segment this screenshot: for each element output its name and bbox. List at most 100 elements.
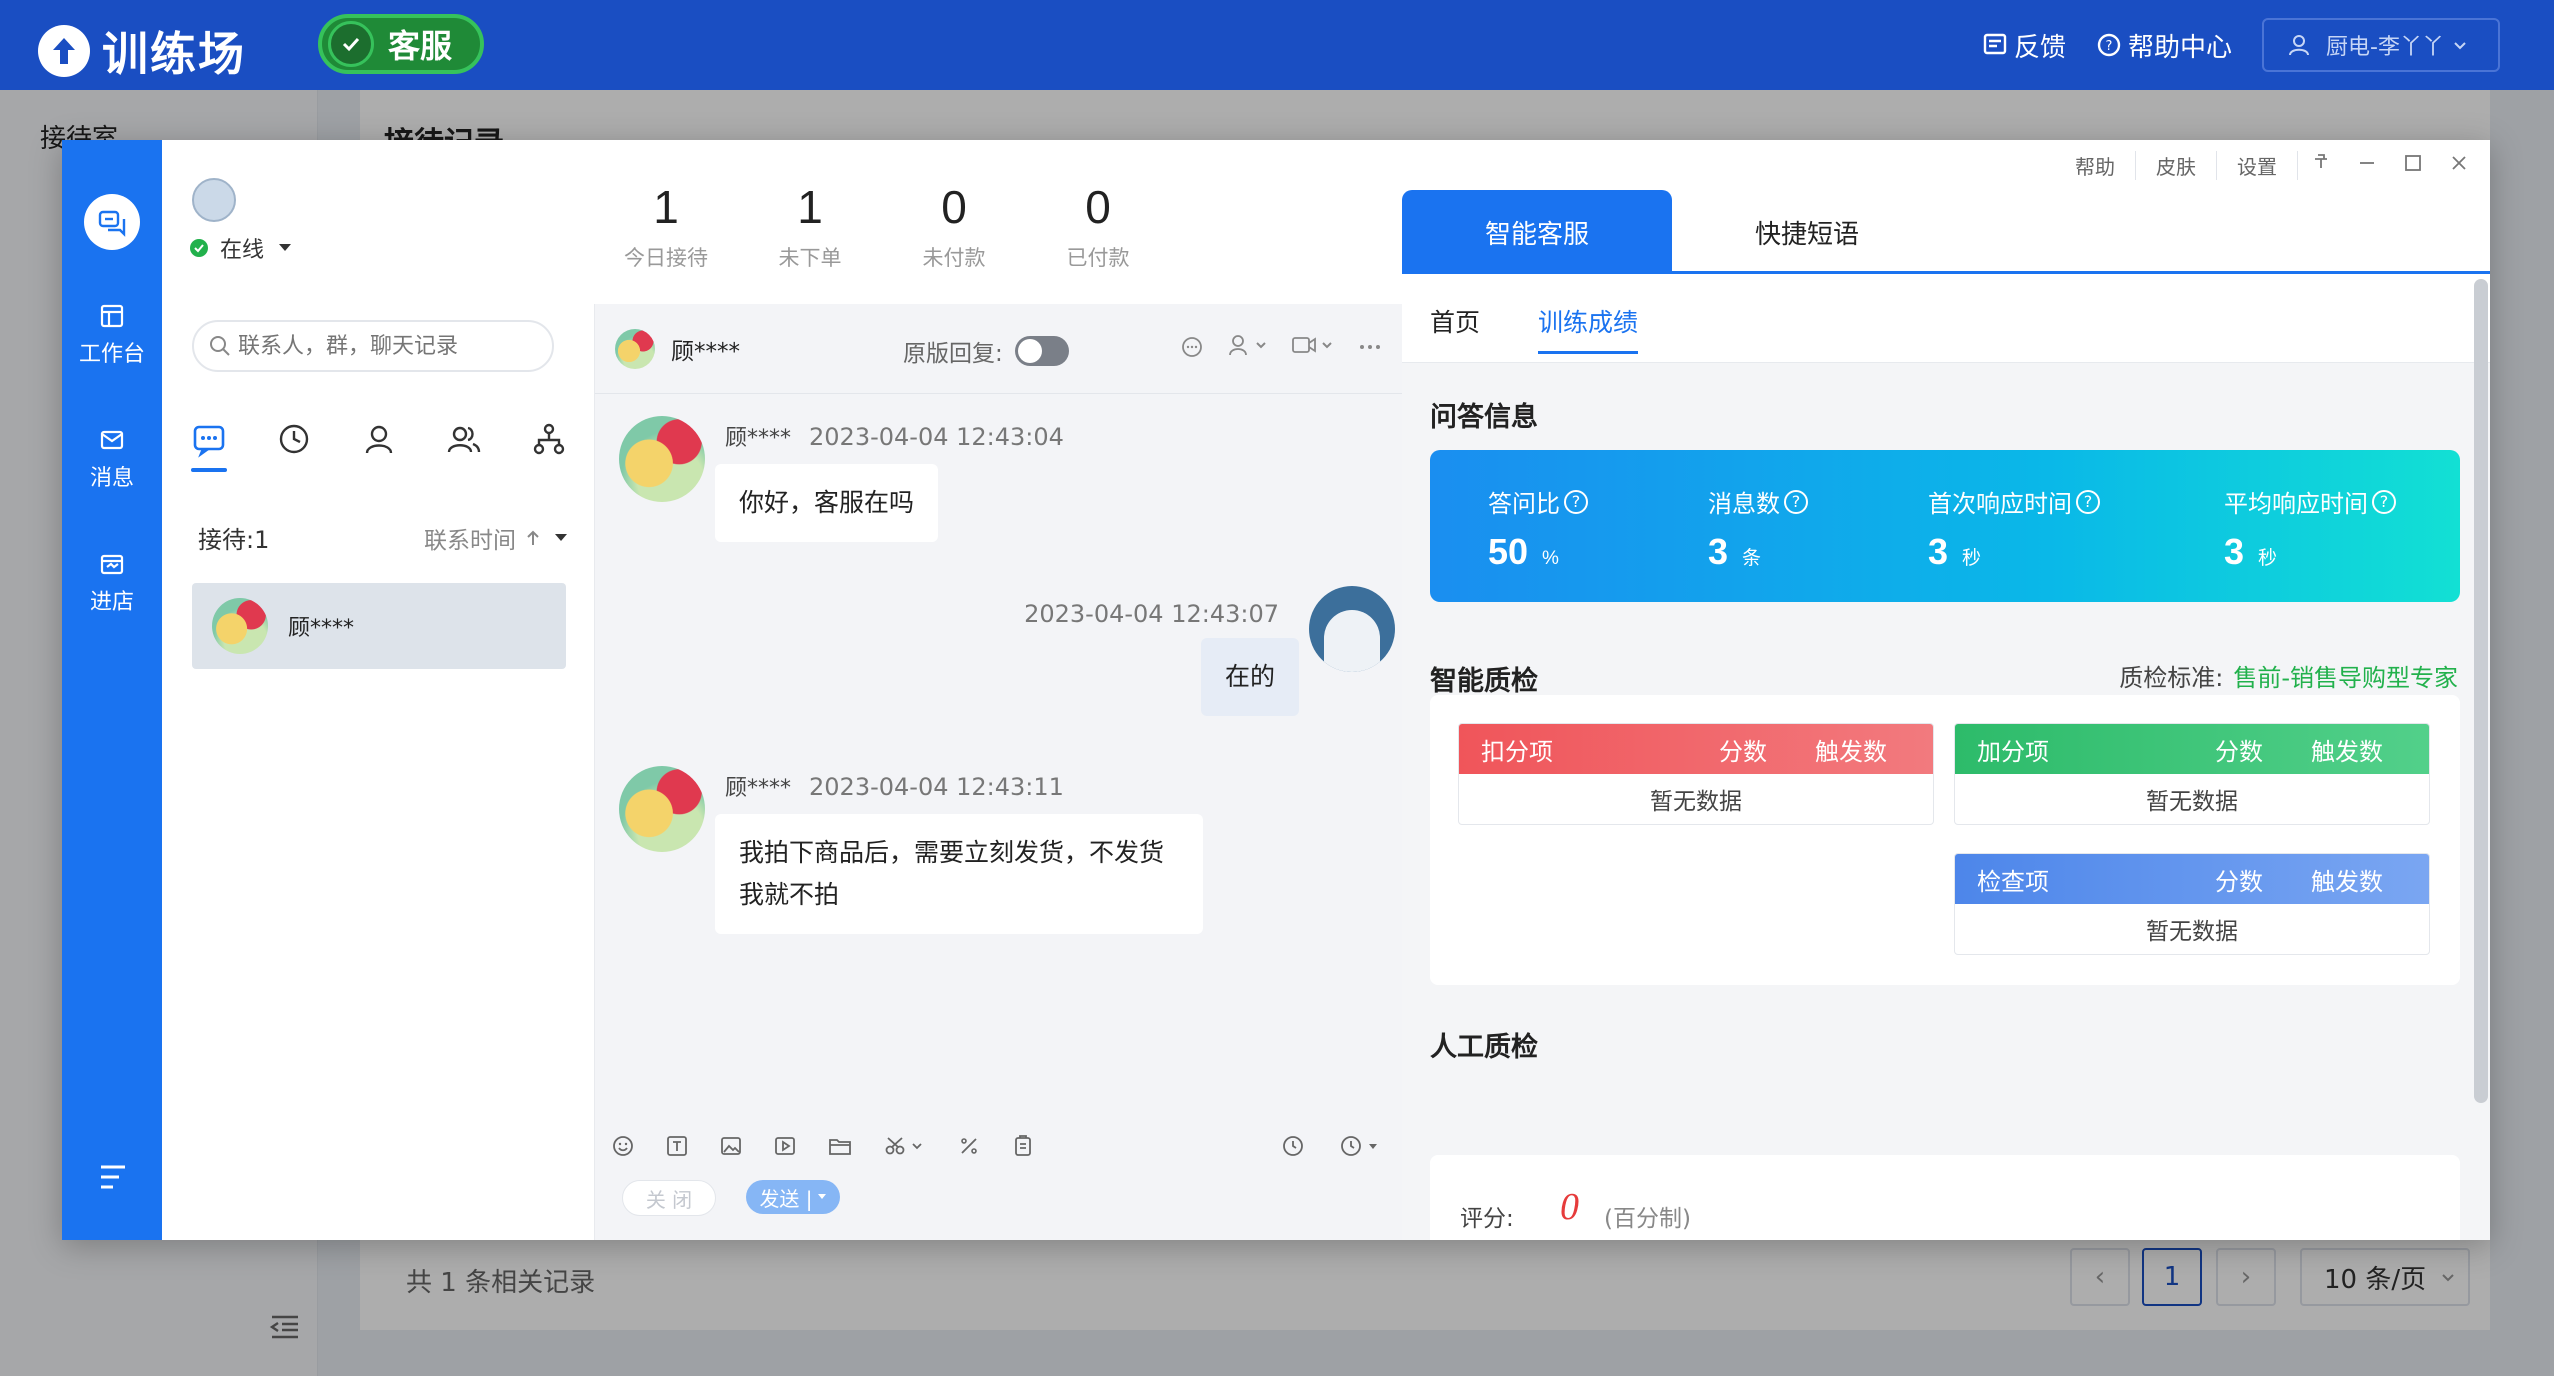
customer-avatar	[619, 766, 705, 852]
sidebar-item-messages[interactable]: 消息	[62, 426, 162, 492]
close-icon[interactable]	[2436, 152, 2482, 179]
schedule-icon	[1341, 1136, 1377, 1156]
sidebar-item-label: 工作台	[78, 342, 145, 367]
chat-logo-icon[interactable]	[84, 194, 140, 250]
mode-badge-label: 客服	[388, 27, 453, 65]
more-icon[interactable]	[1357, 334, 1383, 360]
agent-avatar[interactable]	[192, 178, 236, 222]
peer-avatar	[615, 328, 655, 369]
kpi-first-response: 首次响应时间? 3秒	[1928, 484, 2100, 573]
agent-status-select[interactable]: 在线	[190, 232, 292, 264]
manual-qc-card: 评分: 0 (百分制)	[1430, 1155, 2460, 1240]
sidebar-item-store[interactable]: 进店	[62, 550, 162, 616]
message-meta: 顾**** 2023-04-04 12:43:04	[725, 420, 1064, 452]
contact-search[interactable]	[192, 320, 554, 372]
comment-icon[interactable]	[1179, 334, 1205, 360]
kpi-answer-ratio: 答问比? 50%	[1488, 484, 1588, 573]
contact-name: 顾****	[288, 616, 355, 641]
tab-chats[interactable]	[184, 422, 234, 478]
tab-contacts[interactable]	[354, 422, 404, 478]
tab-history[interactable]	[269, 422, 319, 478]
image-icon[interactable]	[719, 1134, 743, 1158]
send-button[interactable]: 发送 |	[746, 1180, 840, 1214]
scissors-icon[interactable]	[883, 1134, 927, 1158]
help-center-link[interactable]: ? 帮助中心	[2096, 27, 2232, 64]
search-input[interactable]	[238, 333, 538, 359]
schedule-menu[interactable]	[1339, 1134, 1383, 1158]
text-format-icon[interactable]	[665, 1134, 689, 1158]
clock-icon	[279, 424, 309, 454]
settings-link[interactable]: 设置	[2217, 150, 2298, 180]
transfer-user-menu[interactable]	[1227, 332, 1269, 362]
stat-paid: 0 已付款	[1026, 180, 1170, 272]
window-sidebar: 工作台 消息 进店	[62, 140, 162, 1240]
clipboard-icon[interactable]	[1011, 1134, 1035, 1158]
menu-icon[interactable]	[98, 1162, 128, 1192]
online-dot-icon	[190, 239, 208, 257]
chat-header-actions	[1157, 332, 1383, 362]
folder-icon[interactable]	[827, 1134, 853, 1158]
stat-unpaid: 0 未付款	[882, 180, 1026, 272]
message-customer: 顾**** 2023-04-04 12:43:11 我拍下商品后，需要立刻发货，不…	[619, 766, 1203, 934]
maximize-icon[interactable]	[2390, 152, 2436, 179]
kpi-value: 3	[1708, 531, 1729, 572]
emoji-icon[interactable]	[611, 1134, 635, 1158]
video-menu[interactable]	[1291, 332, 1335, 362]
logo-icon	[38, 25, 90, 77]
caret-down-icon	[817, 1194, 826, 1199]
tab-smart-service[interactable]: 智能客服	[1402, 190, 1672, 274]
message-time: 2023-04-04 12:43:07	[1024, 600, 1279, 628]
sort-by-contact-time[interactable]: 联系时间	[424, 520, 568, 555]
close-chat-button[interactable]: 关 闭	[622, 1180, 716, 1216]
column-trigger-count: 触发数	[2311, 737, 2383, 766]
help-icon[interactable]: ?	[1564, 489, 1588, 514]
tab-home[interactable]: 首页	[1430, 303, 1480, 339]
smart-qc-card: 扣分项 分数 触发数 暂无数据 加分项 分数 触发数 暂无数据 检查项 分数 触…	[1430, 695, 2460, 985]
tab-groups[interactable]	[439, 422, 489, 478]
kpi-label: 消息数	[1708, 490, 1780, 518]
smart-qc-title: 智能质检	[1430, 666, 1538, 697]
qa-kpi-card: 答问比? 50% 消息数? 3条 首次响应时间? 3秒 平均响应时间? 3秒	[1430, 450, 2460, 602]
video-play-icon[interactable]	[773, 1134, 797, 1158]
skin-link[interactable]: 皮肤	[2136, 150, 2217, 180]
sidebar-item-label: 进店	[89, 590, 134, 615]
original-reply-toggle[interactable]	[1014, 336, 1069, 366]
help-center-label: 帮助中心	[2127, 32, 2232, 63]
feedback-link[interactable]: 反馈	[1982, 27, 2066, 64]
qc-standard-value[interactable]: 售前-销售导购型专家	[2233, 664, 2458, 692]
column-trigger-count: 触发数	[1815, 737, 1887, 766]
help-icon[interactable]: ?	[2372, 489, 2396, 514]
group-icon	[447, 426, 481, 453]
search-icon	[210, 336, 230, 356]
original-reply-toggle-group: 原版回复:	[903, 334, 1069, 368]
user-transfer-icon	[1229, 335, 1266, 356]
contact-item[interactable]: 顾****	[192, 583, 566, 669]
original-reply-label: 原版回复:	[903, 341, 1003, 367]
arrow-up-icon	[527, 530, 539, 545]
help-icon[interactable]: ?	[1784, 489, 1808, 514]
reception-count: 接待:1	[198, 526, 270, 554]
help-icon[interactable]: ?	[2076, 489, 2100, 514]
kpi-label: 平均响应时间	[2224, 490, 2368, 518]
stat-value: 0	[941, 181, 967, 233]
empty-state: 暂无数据	[1650, 789, 1742, 815]
history-icon[interactable]	[1281, 1134, 1305, 1158]
workbench-icon	[100, 304, 124, 328]
tab-quick-phrases[interactable]: 快捷短语	[1672, 190, 1942, 274]
window-controls: 帮助 皮肤 设置	[2055, 140, 2490, 190]
send-button-label: 发送 |	[759, 1186, 813, 1211]
agent-avatar	[1309, 586, 1395, 672]
bonus-table: 加分项 分数 触发数 暂无数据	[1954, 723, 2430, 825]
help-link[interactable]: 帮助	[2055, 150, 2136, 180]
app-logo[interactable]: 训练场	[38, 18, 246, 84]
tab-training-score[interactable]: 训练成绩	[1538, 303, 1639, 354]
sidebar-item-workbench[interactable]: 工作台	[62, 302, 162, 368]
panel-scrollbar[interactable]	[2474, 279, 2488, 1103]
user-menu[interactable]: 厨电-李丫丫	[2262, 18, 2500, 72]
minimize-icon[interactable]	[2344, 152, 2390, 179]
feedback-icon	[1983, 33, 2007, 55]
tab-organization[interactable]	[524, 422, 574, 478]
mode-badge[interactable]: 客服	[318, 14, 484, 74]
percent-icon[interactable]	[957, 1134, 981, 1158]
pin-icon[interactable]	[2298, 152, 2344, 179]
